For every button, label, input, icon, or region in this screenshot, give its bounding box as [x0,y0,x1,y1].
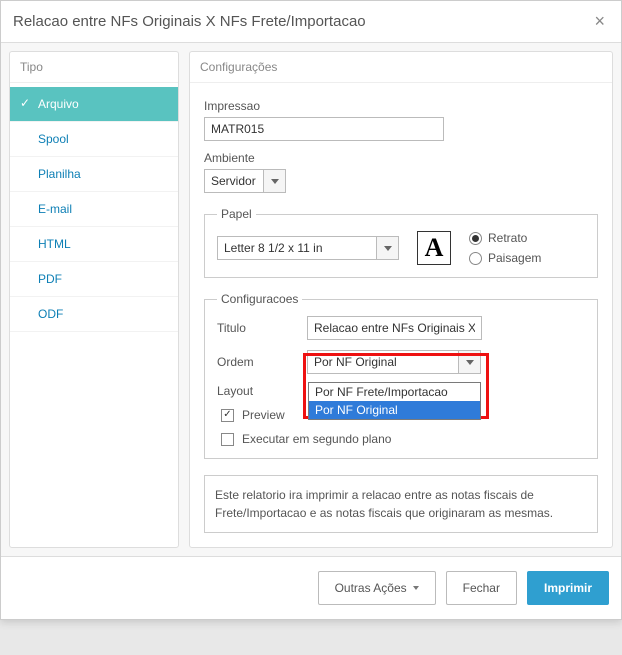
sidebar-item-label: HTML [38,237,71,251]
sidebar-item-html[interactable]: HTML [10,227,178,262]
sidebar-item-label: Spool [38,132,69,146]
sidebar-item-label: Planilha [38,167,81,181]
checkbox-icon [221,433,234,446]
button-label: Imprimir [544,581,592,595]
config-group: Configuracoes Titulo Ordem Por NF Origin… [204,292,598,459]
radio-label: Paisagem [488,251,541,265]
sidebar-item-odf[interactable]: ODF [10,297,178,332]
sidebar-list: Arquivo Spool Planilha E-mail HTML PDF O… [10,83,178,332]
main-body: Impressao Ambiente Servidor Papel Letter… [190,83,612,547]
button-label: Outras Ações [335,581,407,595]
sidebar-item-spool[interactable]: Spool [10,122,178,157]
titulo-input[interactable] [307,316,482,340]
ordem-option-frete[interactable]: Por NF Frete/Importacao [309,383,480,401]
sidebar-item-label: PDF [38,272,62,286]
chevron-down-icon [413,586,419,590]
papel-size-select[interactable]: Letter 8 1/2 x 11 in [217,236,399,260]
sidebar-item-pdf[interactable]: PDF [10,262,178,297]
dialog-title: Relacao entre NFs Originais X NFs Frete/… [13,13,366,30]
sidebar-item-label: Arquivo [38,97,79,111]
ordem-label: Ordem [217,355,307,369]
papel-group: Papel Letter 8 1/2 x 11 in A Retrato [204,207,598,278]
outras-acoes-button[interactable]: Outras Ações [318,571,436,605]
sidebar-item-planilha[interactable]: Planilha [10,157,178,192]
main-panel: Configurações Impressao Ambiente Servido… [189,51,613,548]
config-legend: Configuracoes [217,292,302,306]
ambiente-label: Ambiente [204,151,598,165]
imprimir-button[interactable]: Imprimir [527,571,609,605]
ambiente-select[interactable]: Servidor [204,169,286,193]
ordem-value: Por NF Original [307,350,459,374]
sidebar-panel: Tipo Arquivo Spool Planilha E-mail HTML … [9,51,179,548]
print-dialog: Relacao entre NFs Originais X NFs Frete/… [0,0,622,620]
ordem-option-original[interactable]: Por NF Original [309,401,480,419]
background-checkbox-row[interactable]: Executar em segundo plano [221,432,585,446]
impressao-input[interactable] [204,117,444,141]
sidebar-item-label: E-mail [38,202,72,216]
main-header: Configurações [190,52,612,83]
ordem-dropdown-list[interactable]: Por NF Frete/Importacao Por NF Original [308,382,481,420]
button-label: Fechar [463,581,500,595]
titulo-label: Titulo [217,321,307,335]
papel-legend: Papel [217,207,256,221]
layout-label: Layout [217,384,307,398]
ambiente-value: Servidor [204,169,264,193]
radio-label: Retrato [488,231,527,245]
papel-size-value: Letter 8 1/2 x 11 in [217,236,377,260]
orientation-icon: A [417,231,451,265]
checkbox-label: Preview [242,408,285,422]
orientation-radios: Retrato Paisagem [469,231,541,265]
checkbox-icon [221,409,234,422]
chevron-down-icon[interactable] [377,236,399,260]
chevron-down-icon[interactable] [459,350,481,374]
radio-paisagem[interactable]: Paisagem [469,251,541,265]
radio-retrato[interactable]: Retrato [469,231,541,245]
radio-icon [469,232,482,245]
ordem-select[interactable]: Por NF Original [307,350,481,374]
dialog-body: Tipo Arquivo Spool Planilha E-mail HTML … [1,43,621,556]
description-box: Este relatorio ira imprimir a relacao en… [204,475,598,533]
dialog-header: Relacao entre NFs Originais X NFs Frete/… [1,1,621,43]
sidebar-header: Tipo [10,52,178,83]
sidebar-item-label: ODF [38,307,63,321]
fechar-button[interactable]: Fechar [446,571,517,605]
sidebar-item-email[interactable]: E-mail [10,192,178,227]
checkbox-label: Executar em segundo plano [242,432,391,446]
sidebar-item-arquivo[interactable]: Arquivo [10,87,178,122]
impressao-label: Impressao [204,99,598,113]
close-icon[interactable]: × [590,11,609,32]
dialog-footer: Outras Ações Fechar Imprimir [1,556,621,619]
radio-icon [469,252,482,265]
chevron-down-icon[interactable] [264,169,286,193]
